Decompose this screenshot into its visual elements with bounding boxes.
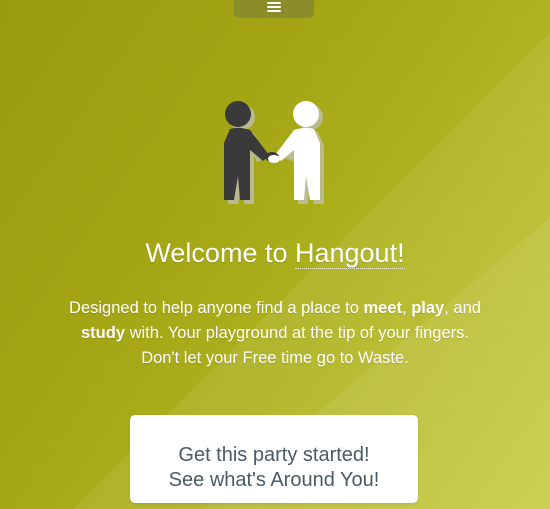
handshake-figures-icon bbox=[224, 101, 324, 204]
hamburger-menu-icon bbox=[267, 2, 281, 12]
description-text: Designed to help anyone find a place to bbox=[69, 299, 364, 317]
get-started-button[interactable]: Get this party started! See what's Aroun… bbox=[130, 415, 418, 503]
title-prefix: Welcome to bbox=[145, 238, 295, 268]
keyword-play: play bbox=[411, 299, 445, 317]
keyword-study: study bbox=[81, 324, 126, 342]
welcome-title: Welcome to Hangout! bbox=[0, 238, 550, 269]
description-text: with. Your playground at the tip of your… bbox=[125, 324, 469, 342]
description-text: , and bbox=[444, 299, 481, 317]
keyword-meet: meet bbox=[363, 299, 403, 317]
brand-name: Hangout! bbox=[294, 238, 405, 269]
description-separator: , bbox=[402, 299, 412, 317]
page: { "header": { "menu_icon": "hamburger-me… bbox=[0, 0, 550, 509]
menu-toggle-button[interactable] bbox=[234, 0, 314, 18]
description: Designed to help anyone find a place to … bbox=[40, 296, 510, 371]
cta-line-2: See what's Around You! bbox=[168, 468, 380, 491]
description-tagline: Don't let your Free time go to Waste. bbox=[141, 349, 409, 367]
cta-line-1: Get this party started! bbox=[178, 443, 370, 466]
